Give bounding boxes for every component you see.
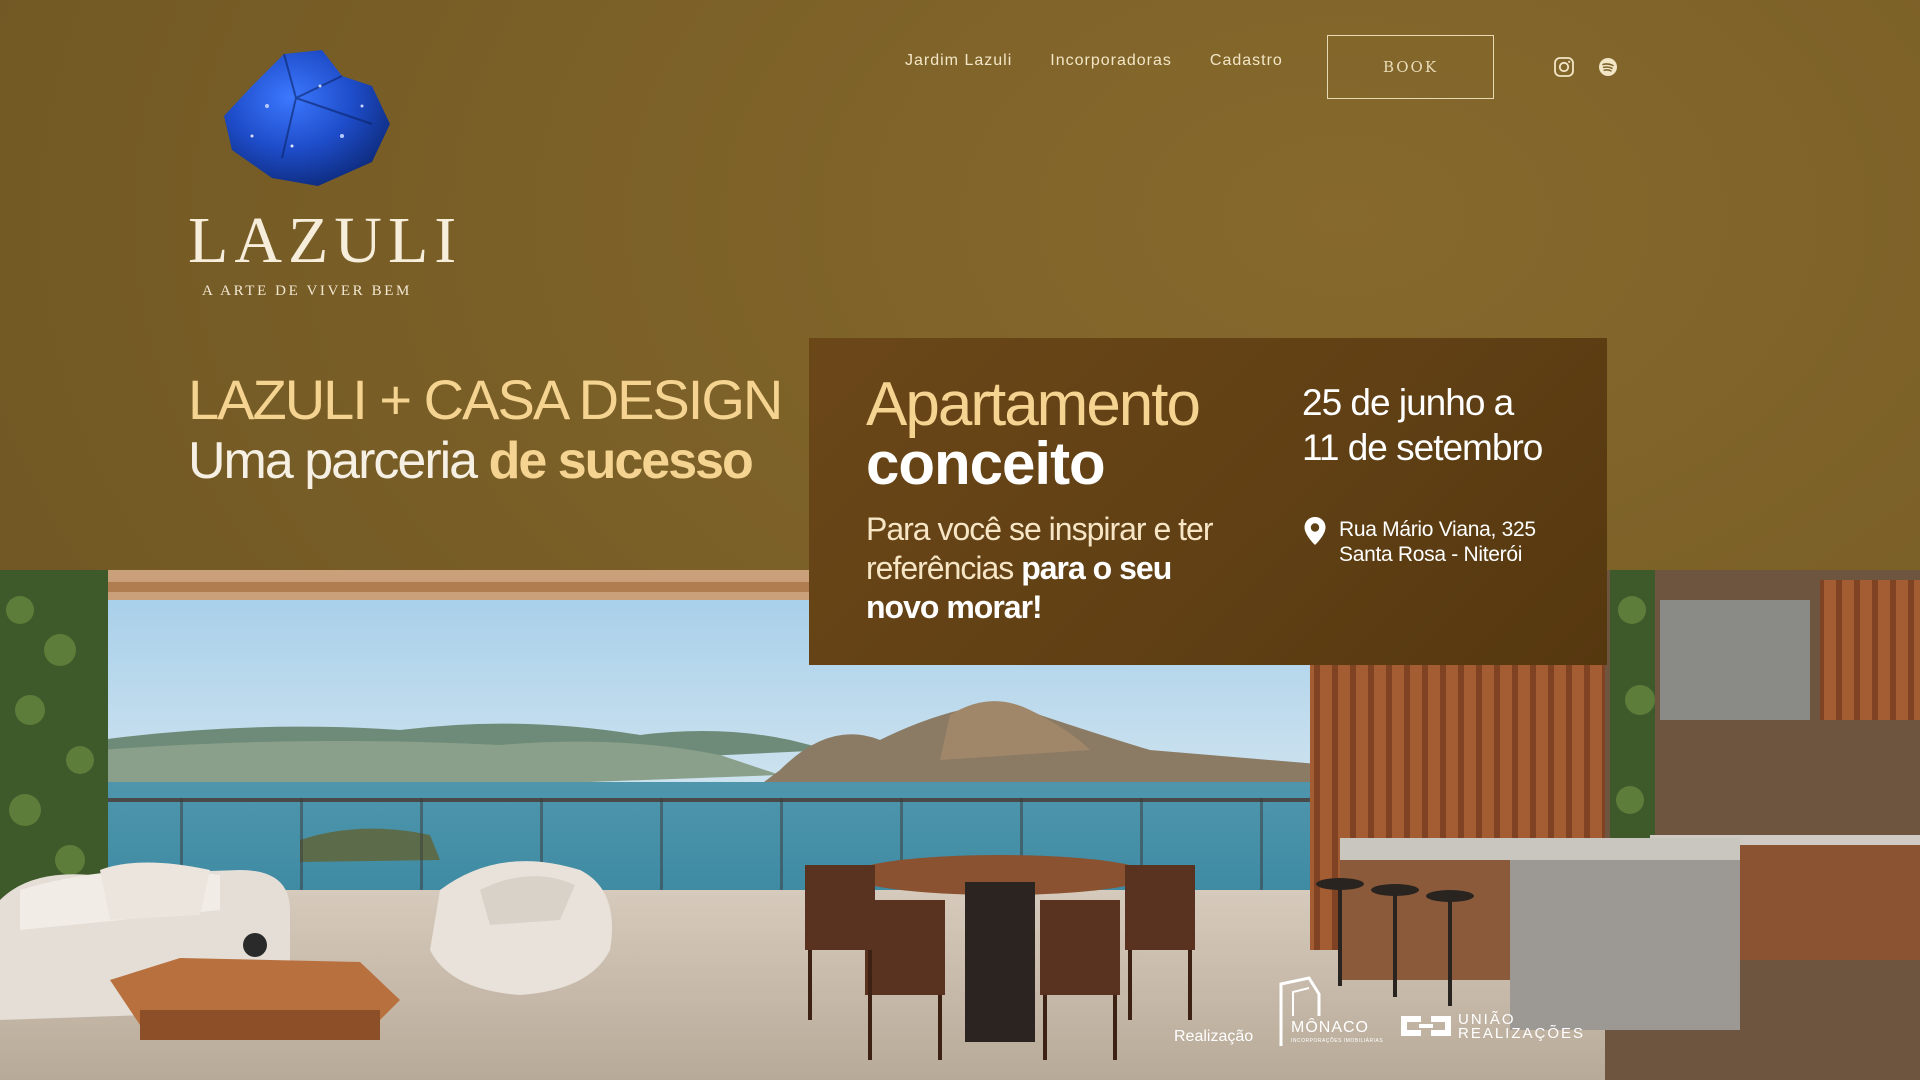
event-info-panel: Apartamento conceito Para você se inspir…: [809, 338, 1607, 665]
realizacao-label: Realização: [1174, 1028, 1254, 1045]
address-line2: Santa Rosa - Niterói: [1339, 543, 1523, 566]
headline-line2: Uma parceria de sucesso: [188, 432, 754, 490]
location-pin-icon: [1304, 517, 1326, 545]
monaco-subtitle: INCORPORAÇÕES IMOBILIÁRIAS: [1291, 1038, 1384, 1044]
event-dates-line1: 25 de junho a: [1302, 382, 1514, 423]
panel-title-line1: Apartamento: [866, 370, 1201, 439]
monaco-name: MÔNACO: [1291, 1019, 1369, 1036]
event-dates: 25 de junho a 11 de setembro: [1302, 380, 1592, 470]
top-nav: Jardim Lazuli Incorporadoras Cadastro: [905, 52, 1283, 70]
panel-title-line2: conceito: [866, 430, 1106, 497]
spotify-icon[interactable]: [1597, 56, 1619, 78]
uniao-logo-icon: [1401, 1016, 1451, 1036]
hero-page: LAZULI A ARTE DE VIVER BEM Jardim Lazuli…: [0, 0, 1920, 1080]
brand-tagline: A ARTE DE VIVER BEM: [202, 283, 412, 299]
nav-incorporadoras[interactable]: Incorporadoras: [1050, 52, 1172, 70]
event-dates-line2: 11 de setembro: [1302, 427, 1543, 468]
headline-line1: LAZULI + CASA DESIGN: [188, 368, 783, 431]
instagram-icon[interactable]: [1553, 56, 1575, 78]
panel-description: Para você se inspirar e ter referências …: [866, 511, 1213, 625]
event-address: Rua Mário Viana, 325 Santa Rosa - Niteró…: [1339, 517, 1599, 567]
uniao-line2: REALIZAÇÕES: [1458, 1025, 1586, 1042]
book-button[interactable]: BOOK: [1327, 35, 1494, 99]
lapis-stone-icon: [224, 50, 390, 186]
brand-logo-text: LAZULI: [188, 204, 463, 277]
nav-cadastro[interactable]: Cadastro: [1210, 52, 1283, 70]
nav-jardim-lazuli[interactable]: Jardim Lazuli: [905, 52, 1012, 70]
address-line1: Rua Mário Viana, 325: [1339, 518, 1536, 541]
